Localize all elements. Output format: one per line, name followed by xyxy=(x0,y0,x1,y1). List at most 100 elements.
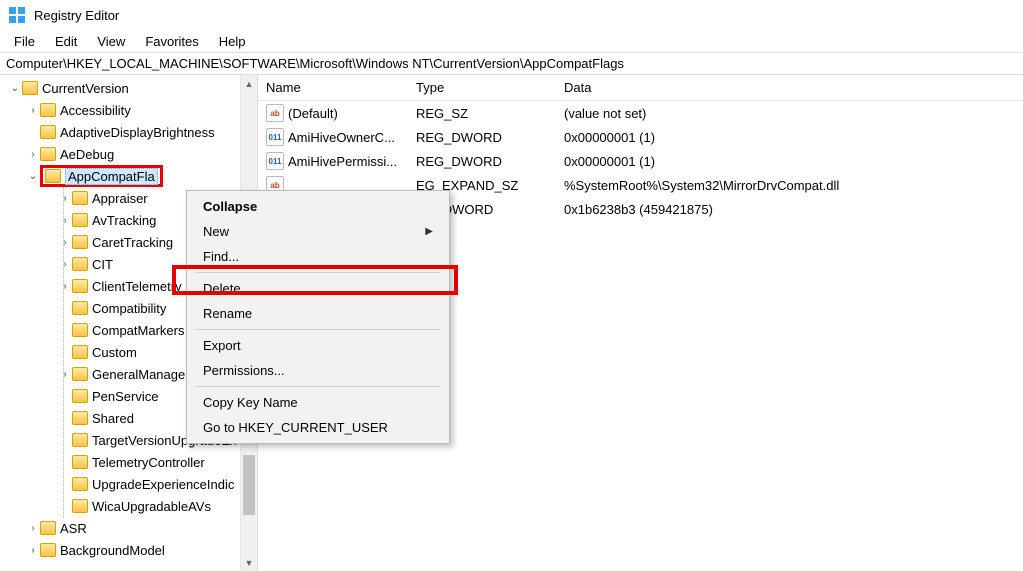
scroll-thumb[interactable] xyxy=(243,455,255,515)
chevron-right-icon[interactable]: › xyxy=(26,149,40,160)
chevron-down-icon[interactable]: ⌄ xyxy=(26,171,40,182)
ctx-label: Export xyxy=(203,338,241,353)
folder-icon xyxy=(72,411,88,425)
scroll-up-icon[interactable]: ▲ xyxy=(241,75,257,92)
folder-icon xyxy=(40,103,56,117)
window-title: Registry Editor xyxy=(34,8,119,23)
col-header-name[interactable]: Name xyxy=(258,76,408,99)
tree-label: AdaptiveDisplayBrightness xyxy=(60,125,215,140)
col-header-data[interactable]: Data xyxy=(556,76,1023,99)
list-row[interactable]: 011AmiHivePermissi...REG_DWORD0x00000001… xyxy=(258,149,1023,173)
ctx-delete[interactable]: Delete xyxy=(189,276,447,301)
ctx-label: Go to HKEY_CURRENT_USER xyxy=(203,420,388,435)
value-type: REG_SZ xyxy=(408,106,556,121)
chevron-right-icon[interactable]: › xyxy=(58,193,72,204)
tree-item[interactable]: › Accessibility xyxy=(26,99,257,121)
tree-item[interactable]: AdaptiveDisplayBrightness xyxy=(26,121,257,143)
ctx-collapse[interactable]: Collapse xyxy=(189,194,447,219)
value-data: 0x00000001 (1) xyxy=(556,130,1023,145)
list-row[interactable]: ab(Default)REG_SZ(value not set) xyxy=(258,101,1023,125)
list-row[interactable]: 011 AmiHiveOwnerC... REG_DWORD0x00000001 (… xyxy=(258,125,1023,149)
ctx-export[interactable]: Export xyxy=(189,333,447,358)
folder-icon xyxy=(72,433,88,447)
ctx-label: Copy Key Name xyxy=(203,395,298,410)
ctx-new[interactable]: New ▶ xyxy=(189,219,447,244)
tree-label: ClientTelemetry xyxy=(92,279,182,294)
ctx-find[interactable]: Find... xyxy=(189,244,447,269)
highlight-selected: AppCompatFla xyxy=(40,165,163,187)
chevron-right-icon[interactable]: › xyxy=(58,237,72,248)
tree-label-selected: AppCompatFla xyxy=(65,168,158,185)
tree-label: Accessibility xyxy=(60,103,131,118)
folder-icon xyxy=(72,323,88,337)
folder-icon xyxy=(72,477,88,491)
chevron-right-icon[interactable]: › xyxy=(58,259,72,270)
tree-item[interactable]: › ASR xyxy=(26,517,257,539)
separator xyxy=(195,272,441,273)
tree-item[interactable]: TelemetryController xyxy=(58,451,257,473)
tree-label: UpgradeExperienceIndic xyxy=(92,477,234,492)
tree-label: CurrentVersion xyxy=(42,81,129,96)
folder-icon xyxy=(72,499,88,513)
menu-favorites[interactable]: Favorites xyxy=(135,32,208,51)
address-bar[interactable]: Computer\HKEY_LOCAL_MACHINE\SOFTWARE\Mic… xyxy=(0,52,1023,75)
menu-view[interactable]: View xyxy=(87,32,135,51)
submenu-arrow-icon: ▶ xyxy=(425,226,433,237)
ctx-permissions[interactable]: Permissions... xyxy=(189,358,447,383)
chevron-right-icon[interactable]: › xyxy=(58,369,72,380)
value-bin-icon: 011 xyxy=(266,128,284,146)
value-data: 0x00000001 (1) xyxy=(556,154,1023,169)
tree-label: CaretTracking xyxy=(92,235,173,250)
ctx-label: Delete xyxy=(203,281,241,296)
tree-item-currentversion[interactable]: ⌄ CurrentVersion xyxy=(2,77,257,99)
value-str-icon: ab xyxy=(266,104,284,122)
chevron-right-icon[interactable]: › xyxy=(26,523,40,534)
folder-icon xyxy=(45,169,61,183)
regedit-icon xyxy=(8,6,26,24)
value-name: AmiHiveOwnerC... xyxy=(288,130,395,145)
menu-help[interactable]: Help xyxy=(209,32,256,51)
tree-item[interactable]: WicaUpgradableAVs xyxy=(58,495,257,517)
tree-item[interactable]: › AeDebug xyxy=(26,143,257,165)
folder-icon xyxy=(40,543,56,557)
tree-label: WicaUpgradableAVs xyxy=(92,499,211,514)
tree-item[interactable]: UpgradeExperienceIndic xyxy=(58,473,257,495)
folder-icon xyxy=(72,279,88,293)
value-data: 0x1b6238b3 (459421875) xyxy=(556,202,1023,217)
value-name: AmiHivePermissi... xyxy=(288,154,397,169)
separator xyxy=(195,386,441,387)
value-type: REG_DWORD xyxy=(408,154,556,169)
folder-icon xyxy=(40,521,56,535)
folder-icon xyxy=(72,389,88,403)
chevron-down-icon[interactable]: ⌄ xyxy=(8,83,22,94)
tree-item-appcompatflags[interactable]: ⌄ AppCompatFla xyxy=(26,165,257,187)
tree-label: AvTracking xyxy=(92,213,156,228)
value-data: %SystemRoot%\System32\MirrorDrvCompat.dl… xyxy=(556,178,1023,193)
chevron-right-icon[interactable]: › xyxy=(58,215,72,226)
scroll-down-icon[interactable]: ▼ xyxy=(241,554,257,571)
tree-label: Appraiser xyxy=(92,191,148,206)
folder-icon xyxy=(22,81,38,95)
col-header-type[interactable]: Type xyxy=(408,76,556,99)
ctx-goto-hkcu[interactable]: Go to HKEY_CURRENT_USER xyxy=(189,415,447,440)
ctx-label: Permissions... xyxy=(203,363,285,378)
chevron-right-icon[interactable]: › xyxy=(26,105,40,116)
folder-icon xyxy=(72,301,88,315)
menu-edit[interactable]: Edit xyxy=(45,32,87,51)
tree-label: Compatibility xyxy=(92,301,166,316)
tree-label: CompatMarkers xyxy=(92,323,184,338)
tree-label: TelemetryController xyxy=(92,455,205,470)
folder-icon xyxy=(72,213,88,227)
ctx-label: Find... xyxy=(203,249,239,264)
chevron-right-icon[interactable]: › xyxy=(26,545,40,556)
ctx-copy-key-name[interactable]: Copy Key Name xyxy=(189,390,447,415)
menu-file[interactable]: File xyxy=(4,32,45,51)
tree-label: AeDebug xyxy=(60,147,114,162)
chevron-right-icon[interactable]: › xyxy=(58,281,72,292)
tree-item[interactable]: ›BackgroundModel xyxy=(26,539,257,561)
ctx-label: Collapse xyxy=(203,199,257,214)
value-type: REG_DWORD xyxy=(408,130,556,145)
ctx-label: New xyxy=(203,224,229,239)
ctx-rename[interactable]: Rename xyxy=(189,301,447,326)
tree-label: ASR xyxy=(60,521,87,536)
